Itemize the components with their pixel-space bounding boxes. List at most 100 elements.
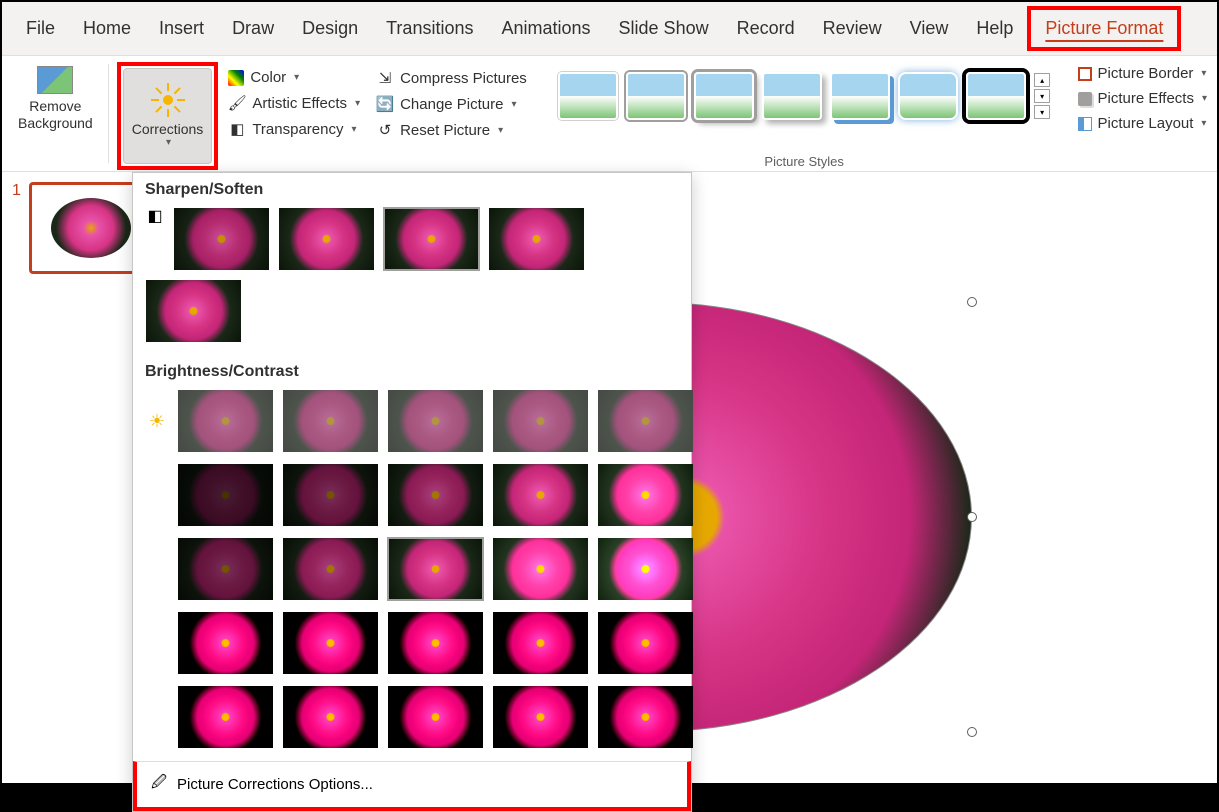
picture-corrections-options-button[interactable]: 🖉 Picture Corrections Options...: [133, 761, 691, 811]
chevron-down-icon: ▾: [512, 99, 517, 110]
sun-icon: [151, 83, 185, 117]
brightness-contrast-grid: ☀: [133, 385, 691, 761]
compress-label: Compress Pictures: [400, 70, 527, 87]
resize-handle-tr[interactable]: [967, 297, 977, 307]
reset-picture-icon: ↺: [376, 121, 394, 139]
ribbon: Remove Background: [2, 56, 1217, 172]
sharpen-soften-heading: Sharpen/Soften: [133, 173, 691, 203]
sharpen-icon: ◧: [145, 207, 165, 225]
bc-preset-r5c3[interactable]: [387, 685, 484, 749]
sharpen-preset-5[interactable]: [145, 279, 242, 343]
bc-preset-r5c5[interactable]: [597, 685, 694, 749]
tab-record[interactable]: Record: [723, 10, 809, 47]
bc-preset-r4c3[interactable]: [387, 611, 484, 675]
chevron-down-icon: ▾: [1202, 93, 1207, 104]
remove-background-icon: [37, 66, 73, 94]
color-label: Color: [250, 69, 286, 86]
tab-review[interactable]: Review: [809, 10, 896, 47]
style-preset-6[interactable]: [898, 72, 958, 120]
tab-home[interactable]: Home: [69, 10, 145, 47]
bc-preset-r3c2[interactable]: [282, 537, 379, 601]
picture-layout-label: Picture Layout: [1098, 115, 1194, 132]
gallery-row-up[interactable]: ▴: [1034, 73, 1050, 87]
tab-draw[interactable]: Draw: [218, 10, 288, 47]
style-preset-1[interactable]: [558, 72, 618, 120]
picture-styles-gallery: ▴ ▾ ▾: [552, 62, 1056, 130]
ribbon-group-picture-options: Picture Border ▾ Picture Effects ▾ Pictu…: [1068, 56, 1217, 171]
tab-help[interactable]: Help: [962, 10, 1027, 47]
bc-preset-r5c1[interactable]: [177, 685, 274, 749]
tab-slideshow[interactable]: Slide Show: [605, 10, 723, 47]
transparency-button[interactable]: ◧ Transparency ▾: [222, 117, 366, 141]
bc-preset-r2c4[interactable]: [492, 463, 589, 527]
style-preset-4[interactable]: [762, 72, 822, 120]
gallery-row-down[interactable]: ▾: [1034, 89, 1050, 103]
picture-layout-button[interactable]: Picture Layout ▾: [1072, 112, 1213, 135]
bc-preset-r2c5[interactable]: [597, 463, 694, 527]
chevron-down-icon: ▾: [1201, 118, 1206, 129]
picture-border-icon: [1078, 67, 1092, 81]
bc-preset-r4c5[interactable]: [597, 611, 694, 675]
bc-preset-r4c2[interactable]: [282, 611, 379, 675]
sharpen-preset-2[interactable]: [278, 207, 375, 271]
style-preset-2[interactable]: [626, 72, 686, 120]
tab-picture-format[interactable]: Picture Format: [1027, 6, 1181, 51]
bc-preset-r2c1[interactable]: [177, 463, 274, 527]
artistic-effects-button[interactable]: 🖌 Artistic Effects ▾: [222, 91, 366, 115]
bc-preset-r4c1[interactable]: [177, 611, 274, 675]
reset-picture-button[interactable]: ↺ Reset Picture ▾: [370, 118, 533, 142]
remove-background-label: Remove Background: [18, 98, 93, 132]
resize-handle-right[interactable]: [967, 512, 977, 522]
gallery-more-buttons: ▴ ▾ ▾: [1034, 73, 1050, 119]
picture-border-button[interactable]: Picture Border ▾: [1072, 62, 1213, 85]
color-icon: [228, 70, 244, 86]
sharpen-preset-4[interactable]: [488, 207, 585, 271]
compress-icon: ⇲: [376, 69, 394, 87]
tab-view[interactable]: View: [896, 10, 963, 47]
artistic-effects-icon: 🖌: [228, 94, 246, 112]
bc-preset-r2c2[interactable]: [282, 463, 379, 527]
compress-pictures-button[interactable]: ⇲ Compress Pictures: [370, 66, 533, 90]
bc-preset-r1c4[interactable]: [492, 389, 589, 453]
chevron-down-icon: ▾: [1201, 68, 1206, 79]
bc-preset-r1c5[interactable]: [597, 389, 694, 453]
picture-effects-label: Picture Effects: [1098, 90, 1194, 107]
chevron-down-icon: ▾: [351, 124, 356, 135]
reset-picture-label: Reset Picture: [400, 122, 490, 139]
tab-design[interactable]: Design: [288, 10, 372, 47]
bc-preset-r3c1[interactable]: [177, 537, 274, 601]
tab-animations[interactable]: Animations: [487, 10, 604, 47]
picture-effects-button[interactable]: Picture Effects ▾: [1072, 87, 1213, 110]
bc-preset-r1c1[interactable]: [177, 389, 274, 453]
bc-preset-r1c3[interactable]: [387, 389, 484, 453]
bc-preset-r2c3[interactable]: [387, 463, 484, 527]
tab-insert[interactable]: Insert: [145, 10, 218, 47]
transparency-label: Transparency: [252, 121, 343, 138]
gallery-expand[interactable]: ▾: [1034, 105, 1050, 119]
corrections-button[interactable]: Corrections ▾: [123, 68, 213, 164]
bc-preset-r1c2[interactable]: [282, 389, 379, 453]
resize-handle-br[interactable]: [967, 727, 977, 737]
bc-preset-r3c4[interactable]: [492, 537, 589, 601]
style-preset-5[interactable]: [830, 72, 890, 120]
ribbon-group-adjust: Corrections ▾ Color ▾ 🖌 Artistic Effects…: [109, 56, 541, 171]
bc-preset-r5c2[interactable]: [282, 685, 379, 749]
bc-preset-r3c5[interactable]: [597, 537, 694, 601]
tab-transitions[interactable]: Transitions: [372, 10, 487, 47]
bc-preset-r3c3[interactable]: [387, 537, 484, 601]
style-preset-3[interactable]: [694, 72, 754, 120]
sharpen-preset-1[interactable]: [173, 207, 270, 271]
change-picture-button[interactable]: 🔄 Change Picture ▾: [370, 92, 533, 116]
ribbon-group-background: Remove Background: [2, 56, 109, 171]
corrections-dropdown: Sharpen/Soften ◧ Brightness/Contrast ☀: [132, 172, 692, 812]
picture-border-label: Picture Border: [1098, 65, 1194, 82]
remove-background-button[interactable]: Remove Background: [10, 62, 101, 136]
bc-preset-r4c4[interactable]: [492, 611, 589, 675]
bc-preset-r5c4[interactable]: [492, 685, 589, 749]
app-window: File Home Insert Draw Design Transitions…: [2, 2, 1217, 783]
tab-file[interactable]: File: [12, 10, 69, 47]
sharpen-preset-3[interactable]: [383, 207, 480, 271]
ribbon-group-styles: ▴ ▾ ▾ Picture Styles: [541, 56, 1068, 171]
style-preset-7[interactable]: [966, 72, 1026, 120]
color-button[interactable]: Color ▾: [222, 66, 366, 89]
